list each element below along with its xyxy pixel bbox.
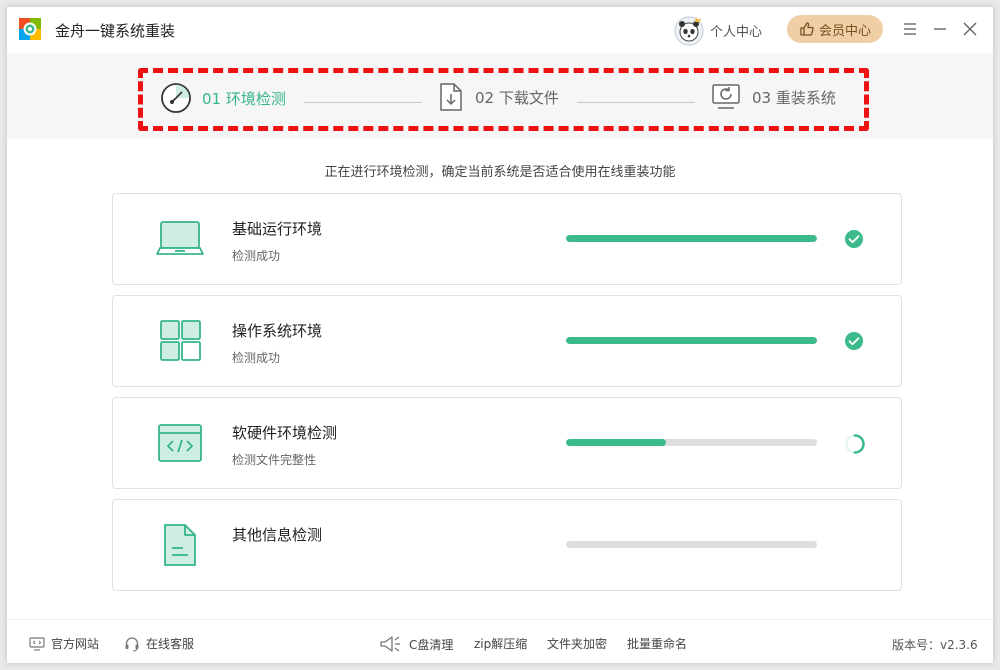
personal-center-link[interactable]: 个人中心 xyxy=(710,21,762,40)
menu-icon[interactable] xyxy=(899,18,921,40)
document-icon xyxy=(155,522,205,568)
step-connector xyxy=(304,102,422,103)
title-bar: 金舟一键系统重装 个人中心 会员中心 xyxy=(7,7,993,53)
check-notice: 正在进行环境检测，确定当前系统是否适合使用在线重装功能 xyxy=(324,165,676,180)
check-title: 操作系统环境 xyxy=(232,322,323,340)
c-drive-clean-link[interactable]: C盘清理 xyxy=(379,635,453,653)
step-environment-check: 01 环境检测 xyxy=(160,82,286,114)
check-title: 基础运行环境 xyxy=(232,220,323,238)
official-website-link[interactable]: 官方网站 xyxy=(29,635,99,652)
minimize-icon[interactable] xyxy=(929,18,951,40)
check-title: 软硬件环境检测 xyxy=(232,424,338,442)
step-label: 03 重装系统 xyxy=(752,88,836,107)
folder-encrypt-label: 文件夹加密 xyxy=(547,637,608,651)
app-title: 金舟一键系统重装 xyxy=(55,22,176,40)
online-support-label: 在线客服 xyxy=(146,637,195,651)
check-status: 检测成功 xyxy=(232,249,281,263)
online-support-link[interactable]: 在线客服 xyxy=(124,635,194,652)
version-label: 版本号：v2.3.6 xyxy=(892,638,978,652)
megaphone-icon xyxy=(379,635,403,653)
progress-fill xyxy=(566,235,817,242)
footer-bar: 官方网站 在线客服 C盘清理 zip解压缩 文件夹加密 批量重命名 版本号：v2… xyxy=(7,619,993,663)
step-download-files: 02 下载文件 xyxy=(437,82,559,112)
monitor-refresh-icon xyxy=(710,82,742,112)
vip-center-button[interactable]: 会员中心 xyxy=(787,15,883,43)
steps-bar: 01 环境检测 02 下载文件 03 重装系统 xyxy=(7,53,993,139)
vip-center-label: 会员中心 xyxy=(818,23,871,39)
check-card-hardware-software: 软硬件环境检测 检测文件完整性 xyxy=(112,397,902,489)
app-logo-icon xyxy=(19,18,41,40)
official-website-label: 官方网站 xyxy=(51,637,100,651)
check-status: 检测成功 xyxy=(232,351,281,365)
step-label: 01 环境检测 xyxy=(202,89,286,108)
step-reinstall-system: 03 重装系统 xyxy=(710,82,836,112)
progress-fill xyxy=(566,439,667,446)
laptop-icon xyxy=(155,216,205,262)
progress-bar xyxy=(566,541,817,548)
app-window: 金舟一键系统重装 个人中心 会员中心 01 环境检测 02 下载文件 03 重装… xyxy=(7,7,993,663)
c-drive-clean-label: C盘清理 xyxy=(409,637,454,652)
batch-rename-link[interactable]: 批量重命名 xyxy=(627,635,687,652)
check-card-basic-runtime: 基础运行环境 检测成功 xyxy=(112,193,902,285)
check-card-other-info: 其他信息检测 xyxy=(112,499,902,591)
close-icon[interactable] xyxy=(959,18,981,40)
progress-bar xyxy=(566,235,817,242)
monitor-icon xyxy=(29,636,45,651)
check-card-os-environment: 操作系统环境 检测成功 xyxy=(112,295,902,387)
progress-fill xyxy=(566,337,817,344)
check-title: 其他信息检测 xyxy=(232,526,323,544)
code-window-icon xyxy=(155,420,205,466)
step-label: 02 下载文件 xyxy=(475,88,559,107)
gauge-icon xyxy=(160,82,192,114)
check-success-icon xyxy=(844,331,864,351)
thumbs-up-icon xyxy=(799,21,815,37)
loading-spinner-icon xyxy=(844,433,865,454)
zip-extract-link[interactable]: zip解压缩 xyxy=(474,635,527,652)
zip-extract-label: zip解压缩 xyxy=(474,637,528,651)
avatar[interactable] xyxy=(673,14,705,46)
download-file-icon xyxy=(437,82,465,112)
batch-rename-label: 批量重命名 xyxy=(627,637,688,651)
folder-encrypt-link[interactable]: 文件夹加密 xyxy=(547,635,607,652)
progress-bar xyxy=(566,337,817,344)
check-status: 检测文件完整性 xyxy=(232,453,317,467)
headset-icon xyxy=(124,636,140,652)
grid-icon xyxy=(155,318,205,364)
check-success-icon xyxy=(844,229,864,249)
step-connector xyxy=(577,102,695,103)
progress-bar xyxy=(566,439,817,446)
